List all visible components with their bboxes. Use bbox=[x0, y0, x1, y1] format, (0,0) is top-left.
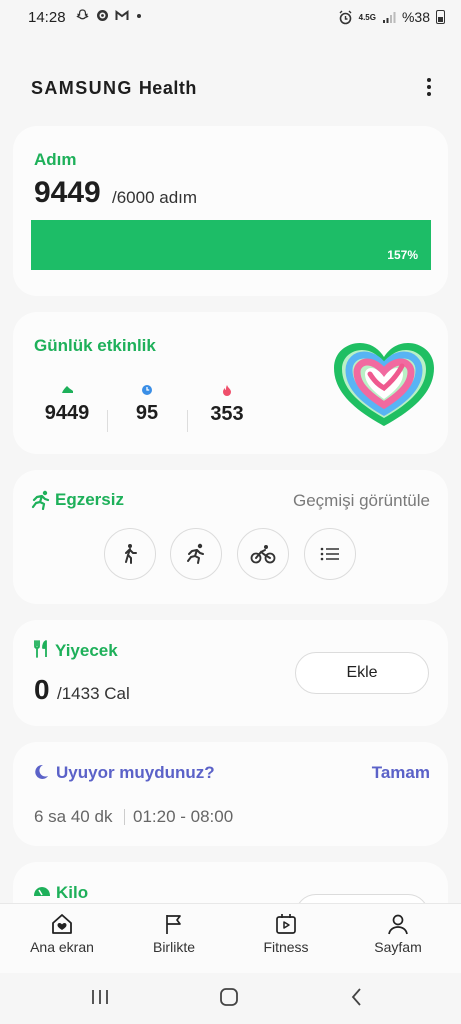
food-title: Yiyecek bbox=[55, 641, 118, 660]
person-icon bbox=[388, 914, 408, 935]
nav-together-label: Birlikte bbox=[152, 939, 195, 955]
more-workouts-button[interactable] bbox=[304, 528, 356, 580]
activity-calories-value: 353 bbox=[210, 403, 244, 425]
nav-home-label: Ana ekran bbox=[30, 939, 94, 955]
home-icon bbox=[52, 914, 72, 934]
fork-knife-icon bbox=[34, 640, 47, 658]
back-icon[interactable] bbox=[348, 985, 366, 1009]
target-icon bbox=[96, 10, 108, 21]
sleep-card[interactable]: Uyuyor muydunuz? Tamam 6 sa 40 dk 01:20 … bbox=[13, 742, 448, 846]
walk-button[interactable] bbox=[104, 528, 156, 580]
recent-apps-icon[interactable] bbox=[90, 985, 110, 1009]
sleep-prompt: Uyuyor muydunuz? bbox=[56, 763, 215, 782]
activity-title: Günlük etkinlik bbox=[34, 336, 156, 355]
gmail-icon bbox=[115, 10, 129, 20]
steps-title: Adım bbox=[34, 150, 77, 169]
nav-fitness[interactable]: Fitness bbox=[236, 912, 336, 955]
sleep-divider bbox=[124, 809, 125, 825]
battery-icon bbox=[436, 10, 445, 24]
activity-minutes-value: 95 bbox=[135, 402, 159, 424]
nav-my-page[interactable]: Sayfam bbox=[348, 912, 448, 955]
view-history-link[interactable]: Geçmişi görüntüle bbox=[293, 491, 430, 511]
exercise-title: Egzersiz bbox=[55, 490, 124, 509]
alarm-icon bbox=[339, 10, 352, 24]
steps-goal: /6000 adım bbox=[112, 188, 198, 207]
run-button[interactable] bbox=[170, 528, 222, 580]
flame-icon bbox=[223, 385, 231, 396]
activity-calories: 353 bbox=[187, 384, 267, 426]
nav-home[interactable]: Ana ekran bbox=[12, 912, 112, 955]
brand-health: Health bbox=[138, 78, 197, 98]
walk-icon bbox=[125, 544, 137, 564]
exercise-card[interactable]: Egzersiz Geçmişi görüntüle bbox=[13, 470, 448, 604]
app-header: SAMSUNG Health bbox=[0, 66, 461, 110]
status-bar: 14:28 4.5G %38 bbox=[0, 0, 461, 34]
steps-progress-label: 157% bbox=[387, 248, 418, 262]
activity-steps-value: 9449 bbox=[44, 402, 90, 424]
app-title: SAMSUNG Health bbox=[31, 78, 197, 99]
nav-fitness-label: Fitness bbox=[263, 939, 309, 955]
cycle-icon bbox=[250, 545, 276, 564]
food-calories-goal: /1433 Cal bbox=[57, 684, 130, 703]
list-icon bbox=[320, 547, 339, 561]
clock-icon bbox=[142, 385, 152, 395]
activity-heart-ring-icon bbox=[334, 343, 434, 426]
weight-title: Kilo bbox=[56, 883, 89, 902]
status-time: 14:28 bbox=[28, 9, 66, 26]
signal-icon bbox=[382, 11, 396, 23]
flag-icon bbox=[166, 915, 181, 934]
system-navigation-bar bbox=[0, 973, 461, 1024]
food-card[interactable]: Yiyecek 0 /1433 Cal Ekle bbox=[13, 620, 448, 726]
sleep-time-range: 01:20 - 08:00 bbox=[133, 807, 234, 826]
status-right: 4.5G %38 bbox=[338, 9, 445, 25]
daily-activity-card[interactable]: Günlük etkinlik 9449 95 353 bbox=[13, 312, 448, 454]
sleep-duration: 6 sa 40 dk bbox=[34, 807, 113, 826]
steps-progress-fill bbox=[31, 220, 431, 270]
activity-minutes: 95 bbox=[107, 384, 187, 425]
brand-samsung: SAMSUNG bbox=[31, 78, 133, 98]
bottom-navigation: Ana ekran Birlikte Fitness Sayfam bbox=[0, 903, 461, 974]
battery-percent: %38 bbox=[401, 9, 430, 25]
add-food-button[interactable]: Ekle bbox=[295, 652, 429, 694]
notification-icons bbox=[76, 9, 142, 25]
steps-progress-bar: 157% bbox=[31, 220, 431, 270]
nav-together[interactable]: Birlikte bbox=[124, 912, 224, 955]
exercise-runner-icon bbox=[31, 490, 50, 510]
home-button-icon[interactable] bbox=[218, 985, 240, 1009]
network-type: 4.5G bbox=[358, 12, 376, 22]
steps-count: 9449 bbox=[34, 176, 101, 209]
video-icon bbox=[276, 914, 296, 934]
steps-card[interactable]: Adım 9449 /6000 adım 157% bbox=[13, 126, 448, 296]
sleep-confirm-button[interactable]: Tamam bbox=[372, 763, 430, 783]
shoe-icon bbox=[62, 386, 73, 393]
food-calories-value: 0 bbox=[34, 674, 50, 705]
scale-icon bbox=[34, 887, 50, 896]
snapchat-icon bbox=[76, 9, 89, 20]
dot-icon bbox=[136, 14, 141, 18]
nav-my-page-label: Sayfam bbox=[374, 939, 422, 955]
moon-icon bbox=[35, 764, 48, 779]
cycle-button[interactable] bbox=[237, 528, 289, 580]
more-options-icon[interactable] bbox=[425, 76, 433, 98]
run-icon bbox=[187, 543, 204, 564]
activity-steps: 9449 bbox=[27, 384, 107, 425]
